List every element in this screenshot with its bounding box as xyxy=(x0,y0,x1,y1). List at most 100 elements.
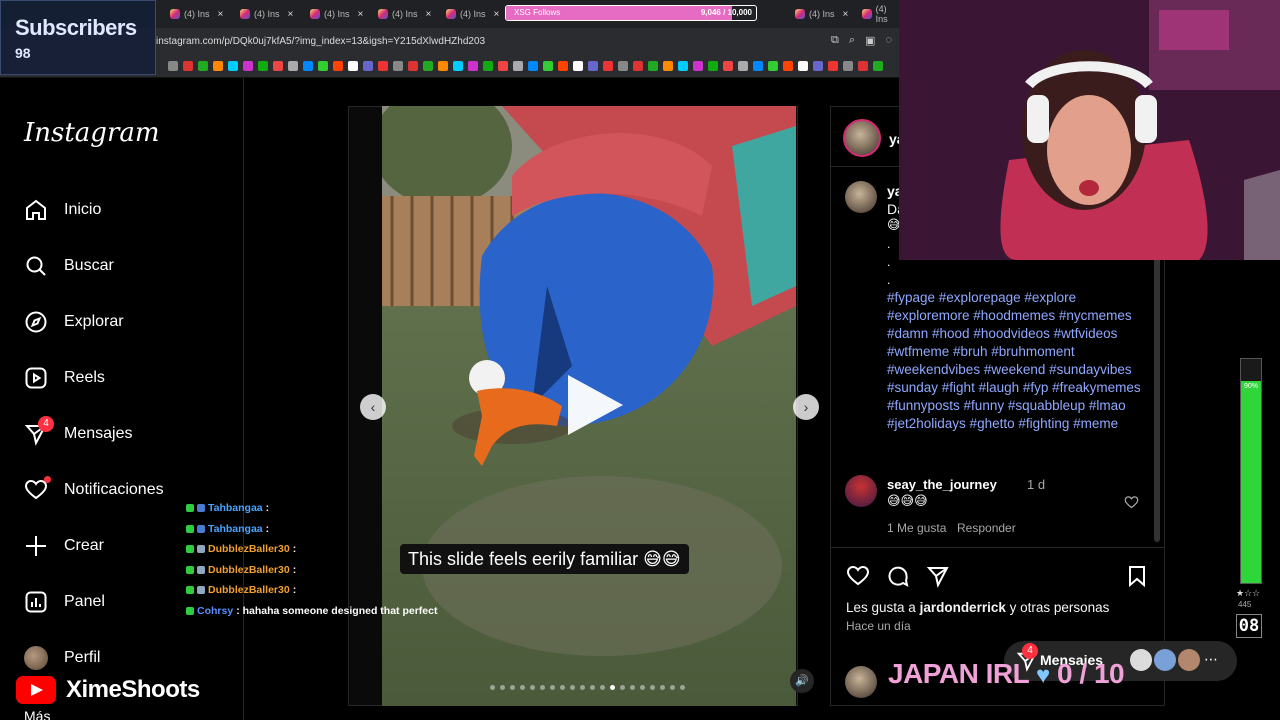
nav-item-create[interactable]: Crear xyxy=(24,532,104,560)
bookmark-favicon-icon[interactable] xyxy=(843,61,853,71)
share-icon[interactable] xyxy=(926,564,950,588)
close-tab-icon[interactable]: × xyxy=(426,9,432,20)
nav-item-notifications[interactable]: Notificaciones xyxy=(24,476,164,504)
browser-tab[interactable]: (4) Ins × xyxy=(795,4,848,24)
nav-item-search[interactable]: Buscar xyxy=(24,252,114,280)
more-icon[interactable]: ⋯ xyxy=(1204,651,1218,668)
bookmark-favicon-icon[interactable] xyxy=(348,61,358,71)
bookmark-favicon-icon[interactable] xyxy=(378,61,388,71)
reading-mode-icon[interactable]: ▣ xyxy=(865,34,875,47)
close-tab-icon[interactable]: × xyxy=(288,9,294,20)
author-avatar[interactable] xyxy=(843,119,881,157)
close-tab-icon[interactable]: × xyxy=(358,9,364,20)
bookmark-favicon-icon[interactable] xyxy=(798,61,808,71)
comment-icon[interactable] xyxy=(886,564,910,588)
bookmark-favicon-icon[interactable] xyxy=(273,61,283,71)
instagram-logo[interactable]: Instagram xyxy=(24,118,160,148)
bookmark-favicon-icon[interactable] xyxy=(213,61,223,71)
likes-summary[interactable]: Les gusta a jardonderrick y otras person… xyxy=(846,600,1109,615)
bookmark-favicon-icon[interactable] xyxy=(663,61,673,71)
bookmark-favicon-icon[interactable] xyxy=(633,61,643,71)
bookmark-favicon-icon[interactable] xyxy=(648,61,658,71)
bookmark-favicon-icon[interactable] xyxy=(393,61,403,71)
bookmark-favicon-icon[interactable] xyxy=(423,61,433,71)
bookmark-favicon-icon[interactable] xyxy=(168,61,178,71)
bookmark-favicon-icon[interactable] xyxy=(333,61,343,71)
close-tab-icon[interactable]: × xyxy=(218,9,224,20)
browser-tab[interactable]: (4) Ins × xyxy=(240,4,293,24)
previous-slide-button[interactable]: ‹ xyxy=(360,394,386,420)
eye-off-icon[interactable]: ◌ xyxy=(885,34,892,47)
subscriber-badge-icon xyxy=(197,586,205,594)
browser-tab[interactable]: (4) Ins × xyxy=(446,4,499,24)
bookmark-favicon-icon[interactable] xyxy=(708,61,718,71)
bookmark-favicon-icon[interactable] xyxy=(258,61,268,71)
caption-hashtags[interactable]: #fypage #explorepage #explore #exploremo… xyxy=(887,289,1147,433)
browser-tab[interactable]: (4) Ins xyxy=(862,4,900,24)
close-tab-icon[interactable]: × xyxy=(494,9,500,20)
bookmark-favicon-icon[interactable] xyxy=(588,61,598,71)
bookmark-favicon-icon[interactable] xyxy=(183,61,193,71)
bookmark-favicon-icon[interactable] xyxy=(768,61,778,71)
bookmark-favicon-icon[interactable] xyxy=(858,61,868,71)
bookmark-favicon-icon[interactable] xyxy=(573,61,583,71)
bookmark-favicon-icon[interactable] xyxy=(813,61,823,71)
bookmark-favicon-icon[interactable] xyxy=(468,61,478,71)
bookmark-favicon-icon[interactable] xyxy=(543,61,553,71)
nav-item-more[interactable]: Más xyxy=(24,702,50,720)
comment-like-icon[interactable] xyxy=(1124,495,1139,510)
play-icon[interactable] xyxy=(558,370,628,440)
bookmark-favicon-icon[interactable] xyxy=(453,61,463,71)
bookmark-favicon-icon[interactable] xyxy=(783,61,793,71)
bookmark-favicon-icon[interactable] xyxy=(528,61,538,71)
bookmark-favicon-icon[interactable] xyxy=(438,61,448,71)
browser-tab[interactable]: (4) Ins × xyxy=(378,4,431,24)
bookmark-favicon-icon[interactable] xyxy=(753,61,763,71)
nav-item-home[interactable]: Inicio xyxy=(24,196,101,224)
bookmark-favicon-icon[interactable] xyxy=(693,61,703,71)
commenter-avatar[interactable] xyxy=(845,475,877,507)
bookmark-favicon-icon[interactable] xyxy=(243,61,253,71)
caption-author-avatar[interactable] xyxy=(845,181,877,213)
zoom-icon[interactable]: ⌕ xyxy=(849,34,855,47)
nav-item-explore[interactable]: Explorar xyxy=(24,308,124,336)
carousel-dot xyxy=(680,685,685,690)
browser-tab[interactable]: (4) Ins × xyxy=(310,4,363,24)
bookmark-favicon-icon[interactable] xyxy=(498,61,508,71)
next-slide-button[interactable]: › xyxy=(793,394,819,420)
bookmark-favicon-icon[interactable] xyxy=(738,61,748,71)
bookmark-favicon-icon[interactable] xyxy=(483,61,493,71)
mute-icon[interactable]: 🔊 xyxy=(790,669,814,693)
like-icon[interactable] xyxy=(846,564,870,588)
url-text[interactable]: instagram.com/p/DQk0uj7kfA5/?img_index=1… xyxy=(156,36,485,47)
comment-username[interactable]: seay_the_journey xyxy=(887,477,997,492)
bookmark-favicon-icon[interactable] xyxy=(558,61,568,71)
bookmark-favicon-icon[interactable] xyxy=(408,61,418,71)
comment-likes[interactable]: 1 Me gusta xyxy=(887,521,946,535)
bookmark-favicon-icon[interactable] xyxy=(303,61,313,71)
nav-item-messages[interactable]: 4 Mensajes xyxy=(24,416,132,448)
bookmark-favicon-icon[interactable] xyxy=(618,61,628,71)
nav-item-dashboard[interactable]: Panel xyxy=(24,588,105,616)
bookmark-favicon-icon[interactable] xyxy=(363,61,373,71)
bookmark-favicon-icon[interactable] xyxy=(723,61,733,71)
bookmark-favicon-icon[interactable] xyxy=(288,61,298,71)
comments-scrollbar[interactable] xyxy=(1154,257,1160,542)
bookmark-favicon-icon[interactable] xyxy=(678,61,688,71)
nav-item-profile[interactable]: Perfil xyxy=(24,644,100,672)
bookmark-favicon-icon[interactable] xyxy=(873,61,883,71)
bookmark-favicon-icon[interactable] xyxy=(318,61,328,71)
browser-tab[interactable]: (4) Ins × xyxy=(170,4,223,24)
bookmark-favicon-icon[interactable] xyxy=(198,61,208,71)
bookmark-favicon-icon[interactable] xyxy=(603,61,613,71)
bookmark-favicon-icon[interactable] xyxy=(228,61,238,71)
close-tab-icon[interactable]: × xyxy=(843,9,849,20)
comment-reply-button[interactable]: Responder xyxy=(957,521,1016,535)
bookmark-favicon-icon[interactable] xyxy=(828,61,838,71)
bookmark-favicon-icon[interactable] xyxy=(513,61,523,71)
avatar xyxy=(1154,649,1176,671)
chat-username: Cohrsy xyxy=(197,605,234,617)
nav-item-reels[interactable]: Reels xyxy=(24,364,105,392)
install-app-icon[interactable]: ⧉ xyxy=(831,34,839,47)
bookmark-icon[interactable] xyxy=(1125,564,1149,588)
